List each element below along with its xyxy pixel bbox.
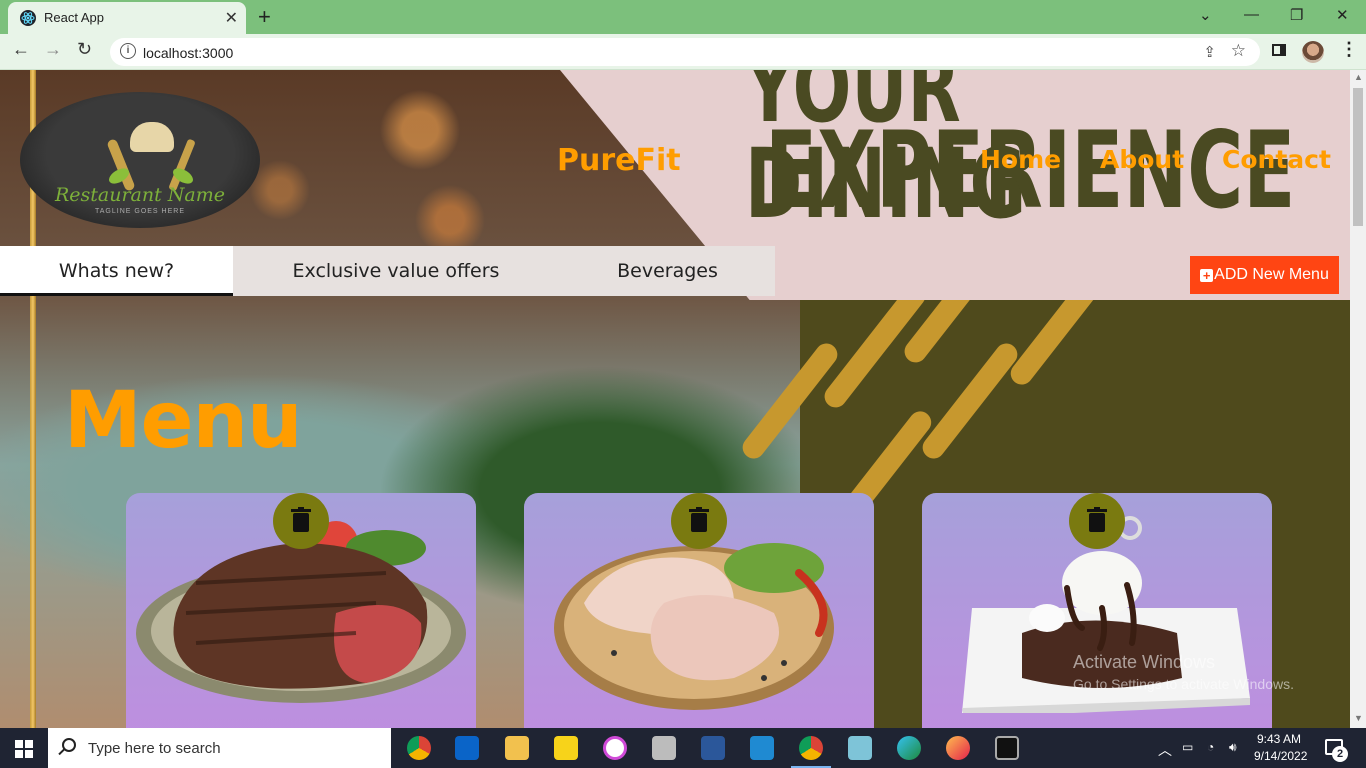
chrome-icon[interactable] — [407, 736, 431, 760]
search-placeholder: Type here to search — [88, 740, 221, 757]
menu-card[interactable] — [126, 493, 476, 728]
scrollbar-thumb[interactable] — [1353, 88, 1363, 226]
tab-beverages[interactable]: Beverages — [600, 246, 735, 296]
brand-title[interactable]: PureFit — [557, 143, 681, 178]
activate-windows-title: Activate Windows — [1073, 652, 1216, 672]
scroll-up-icon[interactable]: ▲ — [1354, 72, 1363, 82]
add-new-menu-button[interactable]: + ADD New Menu — [1190, 256, 1339, 294]
delete-button[interactable] — [671, 493, 727, 549]
edge-icon[interactable] — [897, 736, 921, 760]
browser-toolbar: ← → ↻ i localhost:3000 ⇪ ☆ ⋮ — [0, 34, 1366, 70]
site-info-icon[interactable]: i — [120, 43, 136, 59]
activate-windows-subtitle: Go to Settings to activate Windows. — [1073, 676, 1294, 692]
search-icon — [62, 738, 76, 752]
url-text[interactable]: localhost:3000 — [143, 45, 233, 61]
trash-icon — [1087, 507, 1107, 533]
page-scrollbar[interactable]: ▲ ▼ — [1350, 70, 1366, 728]
browser-tab[interactable]: React App ✕ — [8, 2, 246, 34]
clock-time[interactable]: 9:43 AM — [1257, 732, 1301, 746]
snip-icon[interactable] — [848, 736, 872, 760]
clock-date[interactable]: 9/14/2022 — [1254, 749, 1307, 763]
tab-exclusive-value-offers[interactable]: Exclusive value offers — [260, 246, 532, 296]
logo-tagline: TAGLINE GOES HERE — [95, 208, 185, 215]
calculator-icon[interactable] — [652, 736, 676, 760]
word-icon[interactable] — [701, 736, 725, 760]
firefox-icon[interactable] — [946, 736, 970, 760]
tray-chevron-icon[interactable]: ︿ — [1158, 740, 1172, 760]
share-icon[interactable]: ⇪ — [1203, 43, 1216, 61]
close-window-button[interactable]: ✕ — [1336, 6, 1349, 24]
tab-search-button[interactable]: ⌄ — [1199, 6, 1212, 24]
tab-close-icon[interactable]: ✕ — [225, 8, 238, 28]
tab-whats-new[interactable]: Whats new? — [0, 246, 233, 296]
delete-button[interactable] — [273, 493, 329, 549]
reload-icon[interactable]: ↻ — [77, 39, 92, 60]
profile-avatar[interactable] — [1302, 41, 1324, 63]
delete-button[interactable] — [1069, 493, 1125, 549]
itunes-icon[interactable] — [603, 736, 627, 760]
restore-button[interactable]: ❐ — [1290, 6, 1303, 24]
nav-contact[interactable]: Contact — [1222, 145, 1331, 174]
react-favicon-icon — [20, 10, 36, 26]
plus-square-icon: + — [1200, 269, 1214, 282]
address-bar[interactable]: i localhost:3000 ⇪ ☆ — [110, 38, 1260, 66]
nav-about[interactable]: About — [1100, 145, 1184, 174]
menu-card[interactable] — [922, 493, 1272, 728]
side-panel-icon[interactable] — [1272, 44, 1286, 56]
file-explorer-icon[interactable] — [505, 736, 529, 760]
trash-icon — [689, 507, 709, 533]
bookmark-star-icon[interactable]: ☆ — [1231, 41, 1246, 61]
chrome-profile-icon[interactable] — [791, 736, 831, 768]
browser-tab-bar: React App ✕ + ⌄ — ❐ ✕ — [0, 0, 1366, 34]
windows-start-icon[interactable] — [15, 740, 33, 758]
page-viewport: YOUR DINING EXPERIENCE Restaurant Name T… — [0, 70, 1350, 728]
add-new-menu-label: ADD New Menu — [1214, 266, 1329, 283]
new-tab-button[interactable]: + — [258, 4, 271, 30]
category-tabs: Whats new? Exclusive value offers Bevera… — [0, 246, 775, 296]
tab-title: React App — [44, 10, 104, 25]
sticky-notes-icon[interactable] — [554, 736, 578, 760]
tray-device-icon[interactable]: ▭ — [1182, 740, 1193, 754]
scroll-down-icon[interactable]: ▼ — [1354, 713, 1363, 723]
vscode-icon[interactable] — [750, 736, 774, 760]
terminal-icon[interactable] — [995, 736, 1019, 760]
taskbar-search-box[interactable]: Type here to search — [48, 728, 391, 768]
menu-card[interactable] — [524, 493, 874, 728]
minimize-button[interactable]: — — [1244, 6, 1259, 23]
back-icon[interactable]: ← — [12, 39, 30, 60]
nav-home[interactable]: Home — [980, 145, 1061, 174]
notification-count-badge: 2 — [1332, 746, 1348, 762]
wifi-icon[interactable]: ◔ — [1207, 740, 1214, 754]
forward-icon[interactable]: → — [44, 39, 62, 60]
menu-heading: Menu — [64, 376, 303, 466]
trash-icon — [291, 507, 311, 533]
restaurant-logo[interactable]: Restaurant Name TAGLINE GOES HERE — [20, 92, 260, 228]
logo-name: Restaurant Name — [54, 184, 226, 206]
browser-menu-icon[interactable]: ⋮ — [1340, 39, 1358, 60]
chef-hat-icon — [130, 122, 174, 152]
volume-icon[interactable]: 🔊︎ — [1229, 740, 1237, 755]
outlook-icon[interactable] — [455, 736, 479, 760]
windows-taskbar: Type here to search ︿ ▭ ◔ 🔊︎ 9:43 AM 9/1… — [0, 728, 1366, 768]
